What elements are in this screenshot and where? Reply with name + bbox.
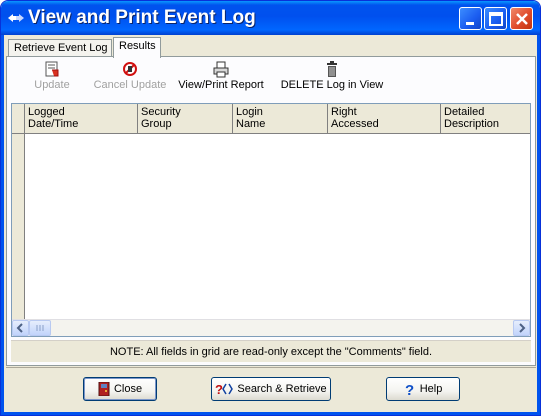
- frame-bottom: [1, 412, 540, 415]
- tab-retrieve-event-log[interactable]: Retrieve Event Log: [8, 39, 112, 57]
- update-label: Update: [34, 79, 70, 91]
- frame-left: [1, 35, 4, 415]
- search-retrieve-label: Search & Retrieve: [237, 383, 327, 396]
- delete-log-button[interactable]: DELETE Log in View: [280, 61, 384, 91]
- header-corner: [12, 104, 25, 134]
- close-button[interactable]: Close: [83, 377, 157, 401]
- tab-results[interactable]: Results: [113, 37, 161, 58]
- column-header-login-name[interactable]: Login Name: [233, 104, 328, 134]
- window-title: View and Print Event Log: [28, 7, 256, 28]
- printer-icon: [213, 61, 229, 78]
- scroll-left-button[interactable]: [12, 320, 29, 336]
- grid-note: NOTE: All fields in grid are read-only e…: [11, 340, 531, 362]
- trash-icon: [327, 61, 337, 77]
- help-button-label: Help: [419, 383, 443, 396]
- help-icon: ?: [405, 382, 414, 396]
- chevron-right-icon: [519, 323, 526, 333]
- search-retrieve-button[interactable]: ? Search & Retrieve: [211, 377, 331, 401]
- title-bar[interactable]: View and Print Event Log: [1, 1, 540, 35]
- column-header-logged-date-time[interactable]: Logged Date/Time: [25, 104, 138, 134]
- update-button[interactable]: Update: [32, 61, 72, 91]
- scroll-right-button[interactable]: [513, 320, 530, 336]
- frame-right: [537, 35, 540, 415]
- search-retrieve-icon: ?: [215, 382, 234, 396]
- close-button-label: Close: [113, 383, 143, 396]
- horizontal-scrollbar[interactable]: [12, 319, 530, 336]
- maximize-icon: [489, 12, 503, 26]
- minimize-icon: [466, 22, 474, 25]
- scroll-thumb[interactable]: [29, 320, 51, 336]
- column-header-right-accessed[interactable]: Right Accessed: [328, 104, 441, 134]
- minimize-button[interactable]: [459, 7, 482, 30]
- svg-text:?: ?: [405, 382, 414, 396]
- app-arrows-icon: [8, 14, 24, 22]
- results-panel: Update Cancel Update View/Print Report D…: [6, 56, 536, 366]
- help-button[interactable]: ? Help: [386, 377, 460, 401]
- close-window-button[interactable]: [510, 7, 533, 30]
- cancel-update-label: Cancel Update: [93, 79, 167, 91]
- column-header-security-group[interactable]: Security Group: [138, 104, 233, 134]
- update-icon: [45, 61, 59, 77]
- event-log-grid[interactable]: Logged Date/Time Security Group Login Na…: [11, 103, 531, 337]
- column-header-detailed-description[interactable]: Detailed Description: [441, 104, 532, 134]
- svg-text:?: ?: [215, 382, 223, 396]
- bottom-divider: [6, 367, 536, 368]
- delete-log-label: DELETE Log in View: [280, 79, 384, 91]
- event-log-window: View and Print Event Log Retrieve Event …: [0, 0, 541, 416]
- maximize-button[interactable]: [484, 7, 507, 30]
- door-icon: [98, 382, 110, 397]
- grid-header: Logged Date/Time Security Group Login Na…: [12, 104, 530, 134]
- close-icon: [516, 13, 528, 25]
- cancel-update-button[interactable]: Cancel Update: [93, 61, 167, 91]
- row-indicator-column: [12, 134, 25, 319]
- view-print-report-button[interactable]: View/Print Report: [177, 61, 265, 91]
- cancel-icon: [123, 62, 137, 76]
- view-print-report-label: View/Print Report: [178, 79, 264, 91]
- grip-icon: [36, 325, 44, 331]
- chevron-left-icon: [16, 323, 23, 333]
